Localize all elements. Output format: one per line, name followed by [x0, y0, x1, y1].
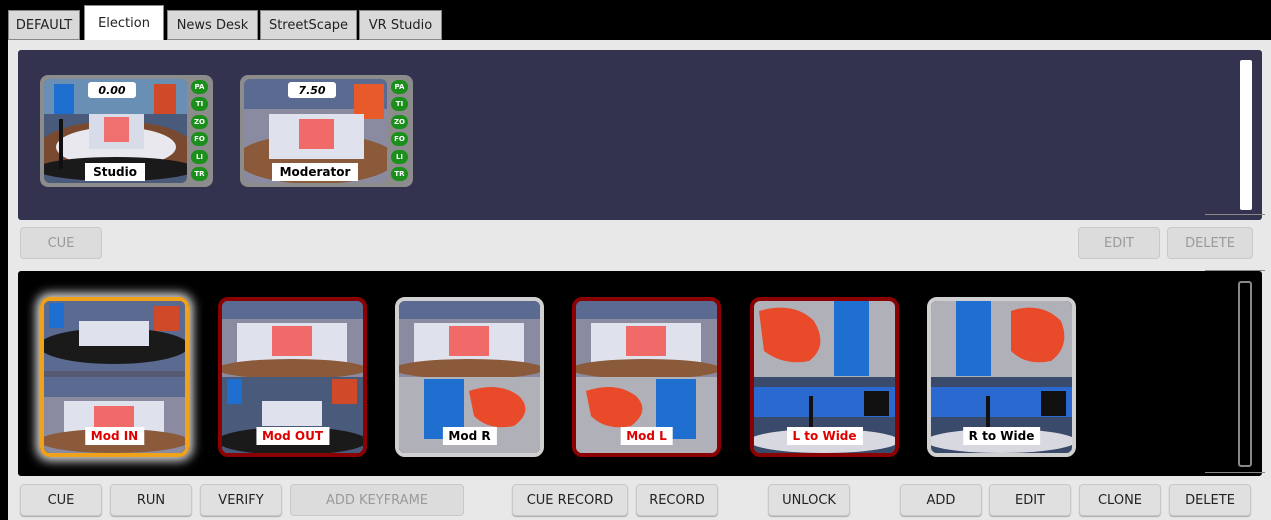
animation-card-mod-out[interactable]: Mod OUT	[218, 297, 367, 457]
tab-default[interactable]: DEFAULT	[8, 10, 80, 40]
tab-bar: DEFAULT Election News Desk StreetScape V…	[0, 0, 1271, 41]
cue-record-button[interactable]: CUE RECORD	[512, 484, 628, 516]
animation-name: Mod L	[620, 427, 673, 445]
scene-scrollbar[interactable]	[1240, 60, 1252, 210]
tab-vr-studio[interactable]: VR Studio	[359, 10, 442, 40]
run-button[interactable]: RUN	[110, 484, 192, 516]
tab-streetscape[interactable]: StreetScape	[260, 10, 357, 40]
cue-button[interactable]: CUE	[20, 484, 102, 516]
clone-button[interactable]: CLONE	[1079, 484, 1161, 516]
scene-time: 0.00	[88, 82, 136, 98]
animation-card-r-to-wide[interactable]: R to Wide	[927, 297, 1076, 457]
divider	[1205, 270, 1265, 271]
animation-card-mod-in[interactable]: Mod IN	[40, 297, 189, 457]
unlock-button[interactable]: UNLOCK	[768, 484, 850, 516]
fo-badge[interactable]: FO	[391, 132, 408, 147]
divider	[1205, 214, 1265, 215]
scene-badges: PA TI ZO FO LI TR	[191, 80, 209, 184]
scene-name: Studio	[85, 163, 145, 181]
zo-badge[interactable]: ZO	[191, 114, 208, 129]
add-keyframe-button[interactable]: ADD KEYFRAME	[290, 484, 464, 516]
animation-name: Mod OUT	[255, 427, 330, 445]
scene-badges: PA TI ZO FO LI TR	[391, 80, 409, 184]
animation-card-mod-r[interactable]: Mod R	[395, 297, 544, 457]
delete-button[interactable]: DELETE	[1169, 484, 1251, 516]
ti-badge[interactable]: TI	[391, 97, 408, 112]
verify-button[interactable]: VERIFY	[200, 484, 282, 516]
animation-card-mod-l[interactable]: Mod L	[572, 297, 721, 457]
animation-name: R to Wide	[962, 427, 1041, 445]
tr-badge[interactable]: TR	[191, 166, 208, 181]
animation-name: Mod R	[442, 427, 497, 445]
scene-edit-button[interactable]: EDIT	[1078, 227, 1160, 259]
li-badge[interactable]: LI	[191, 149, 208, 164]
animation-name: Mod IN	[84, 427, 145, 445]
divider	[1205, 472, 1265, 473]
pa-badge[interactable]: PA	[191, 80, 208, 94]
tab-news-desk[interactable]: News Desk	[167, 10, 258, 40]
ti-badge[interactable]: TI	[191, 97, 208, 112]
scene-delete-button[interactable]: DELETE	[1167, 227, 1253, 259]
pa-badge[interactable]: PA	[391, 80, 408, 94]
record-button[interactable]: RECORD	[636, 484, 718, 516]
edit-button[interactable]: EDIT	[989, 484, 1071, 516]
tr-badge[interactable]: TR	[391, 166, 408, 181]
scene-name: Moderator	[272, 163, 358, 181]
fo-badge[interactable]: FO	[191, 132, 208, 147]
scene-time: 7.50	[288, 82, 336, 98]
add-button[interactable]: ADD	[900, 484, 982, 516]
animation-name: L to Wide	[786, 427, 863, 445]
tab-election[interactable]: Election	[84, 5, 164, 41]
animation-card-l-to-wide[interactable]: L to Wide	[750, 297, 899, 457]
li-badge[interactable]: LI	[391, 149, 408, 164]
scene-cue-button[interactable]: CUE	[20, 227, 102, 259]
zo-badge[interactable]: ZO	[391, 114, 408, 129]
animation-scrollbar[interactable]	[1238, 281, 1252, 467]
